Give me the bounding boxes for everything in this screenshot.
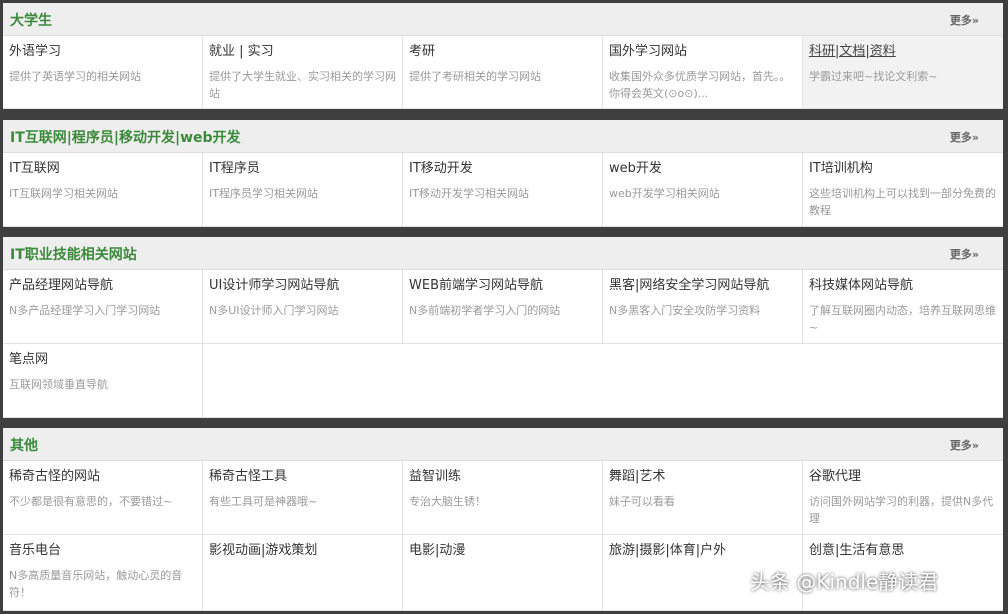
card-title[interactable]: 考研	[409, 43, 596, 61]
link-card-web-dev[interactable]: web开发 web开发学习相关网站	[603, 153, 803, 227]
card-title[interactable]: 稀奇古怪的网站	[9, 468, 196, 486]
section-header: 其他 更多»	[3, 428, 1003, 461]
watermark: 头条 @Kindle静读君	[750, 570, 939, 594]
card-title[interactable]: 就业 | 实习	[209, 43, 396, 61]
section-header: 大学生 更多»	[3, 3, 1003, 36]
card-title[interactable]: IT移动开发	[409, 160, 596, 178]
card-desc: N多产品经理学习入门学习网站	[9, 304, 161, 317]
card-desc: web开发学习相关网站	[609, 187, 720, 200]
card-title[interactable]: 笔点网	[9, 351, 196, 369]
link-card-dance-art[interactable]: 舞蹈|艺术 妹子可以看看	[603, 461, 803, 535]
card-desc: N多高质量音乐网站，触动心灵的音符！	[9, 569, 183, 599]
empty-cell	[203, 344, 1003, 418]
card-desc: 不少都是很有意思的，不要错过~	[9, 495, 173, 508]
link-card-research[interactable]: 科研|文档|资料 学霸过来吧~找论文利索~	[803, 36, 1003, 109]
link-card-employment[interactable]: 就业 | 实习 提供了大学生就业、实习相关的学习网站	[203, 36, 403, 109]
card-title[interactable]: 科技媒体网站导航	[809, 277, 997, 295]
card-desc: 这些培训机构上可以找到一部分免费的教程	[809, 187, 996, 217]
link-card-it-training[interactable]: IT培训机构 这些培训机构上可以找到一部分免费的教程	[803, 153, 1003, 227]
more-link[interactable]: 更多»	[950, 12, 979, 28]
link-card-foreign-sites[interactable]: 国外学习网站 收集国外众多优质学习网站，首先。。你得会英文(⊙o⊙)...	[603, 36, 803, 109]
card-title[interactable]: WEB前端学习网站导航	[409, 277, 596, 295]
card-desc: IT程序员学习相关网站	[209, 187, 318, 200]
card-desc: 提供了英语学习的相关网站	[9, 70, 141, 83]
card-title[interactable]: UI设计师学习网站导航	[209, 277, 396, 295]
card-title[interactable]: 稀奇古怪工具	[209, 468, 396, 486]
card-title[interactable]: 旅游|摄影|体育|户外	[609, 542, 796, 560]
section-title: 其他	[10, 438, 38, 454]
section-college: 大学生 更多» 外语学习 提供了英语学习的相关网站 就业 | 实习 提供了大学生…	[3, 3, 1003, 109]
card-desc: IT移动开发学习相关网站	[409, 187, 529, 200]
section-it-internet: IT互联网|程序员|移动开发|web开发 更多» IT互联网 IT互联网学习相关…	[3, 120, 1003, 227]
section-it-skills: IT职业技能相关网站 更多» 产品经理网站导航 N多产品经理学习入门学习网站 U…	[3, 237, 1003, 418]
link-card-web-frontend[interactable]: WEB前端学习网站导航 N多前端初学者学习入门的网站	[403, 270, 603, 344]
card-title[interactable]: IT培训机构	[809, 160, 997, 178]
link-card-postgrad-exam[interactable]: 考研 提供了考研相关的学习网站	[403, 36, 603, 109]
card-desc: 提供了大学生就业、实习相关的学习网站	[209, 70, 396, 100]
card-title[interactable]: 益智训练	[409, 468, 596, 486]
card-title[interactable]: 音乐电台	[9, 542, 196, 560]
link-card-foreign-language[interactable]: 外语学习 提供了英语学习的相关网站	[3, 36, 203, 109]
card-title[interactable]: 影视动画|游戏策划	[209, 542, 396, 560]
more-link[interactable]: 更多»	[950, 246, 979, 262]
link-card-music-radio[interactable]: 音乐电台 N多高质量音乐网站，触动心灵的音符！	[3, 535, 203, 611]
card-title[interactable]: 产品经理网站导航	[9, 277, 196, 295]
card-desc: 学霸过来吧~找论文利索~	[809, 70, 938, 83]
card-desc: 互联网领域垂直导航	[9, 378, 108, 391]
link-card-tech-media[interactable]: 科技媒体网站导航 了解互联网圈内动态，培养互联网思维~	[803, 270, 1003, 344]
link-card-security[interactable]: 黑客|网络安全学习网站导航 N多黑客入门安全攻防学习资料	[603, 270, 803, 344]
card-title[interactable]: 舞蹈|艺术	[609, 468, 796, 486]
link-card-weird-sites[interactable]: 稀奇古怪的网站 不少都是很有意思的，不要错过~	[3, 461, 203, 535]
link-card-product-manager[interactable]: 产品经理网站导航 N多产品经理学习入门学习网站	[3, 270, 203, 344]
card-desc: 访问国外网站学习的利器，提供N多代理	[809, 495, 994, 525]
link-card-it-internet[interactable]: IT互联网 IT互联网学习相关网站	[3, 153, 203, 227]
card-desc: N多前端初学者学习入门的网站	[409, 304, 561, 317]
card-desc: 专治大脑生锈！	[409, 495, 486, 508]
link-card-brain-training[interactable]: 益智训练 专治大脑生锈！	[403, 461, 603, 535]
card-title[interactable]: 外语学习	[9, 43, 196, 61]
card-title[interactable]: 科研|文档|资料	[809, 43, 997, 61]
link-card-bidian[interactable]: 笔点网 互联网领域垂直导航	[3, 344, 203, 418]
section-header: IT职业技能相关网站 更多»	[3, 237, 1003, 270]
card-title[interactable]: web开发	[609, 160, 796, 178]
link-card-it-programmer[interactable]: IT程序员 IT程序员学习相关网站	[203, 153, 403, 227]
link-card-ui-designer[interactable]: UI设计师学习网站导航 N多UI设计师入门学习网站	[203, 270, 403, 344]
link-card-weird-tools[interactable]: 稀奇古怪工具 有些工具可是神器哦~	[203, 461, 403, 535]
section-header: IT互联网|程序员|移动开发|web开发 更多»	[3, 120, 1003, 153]
card-desc: IT互联网学习相关网站	[9, 187, 118, 200]
card-title[interactable]: 谷歌代理	[809, 468, 997, 486]
card-desc: 有些工具可是神器哦~	[209, 495, 318, 508]
more-link[interactable]: 更多»	[950, 437, 979, 453]
card-desc: 收集国外众多优质学习网站，首先。。你得会英文(⊙o⊙)...	[609, 70, 791, 100]
card-desc: 了解互联网圈内动态，培养互联网思维~	[809, 304, 996, 334]
card-title[interactable]: 黑客|网络安全学习网站导航	[609, 277, 796, 295]
more-link[interactable]: 更多»	[950, 129, 979, 145]
section-title: IT职业技能相关网站	[10, 247, 137, 263]
link-card-film-animation-game[interactable]: 影视动画|游戏策划	[203, 535, 403, 611]
section-title: IT互联网|程序员|移动开发|web开发	[10, 130, 241, 146]
card-desc: 妹子可以看看	[609, 495, 675, 508]
card-desc: 提供了考研相关的学习网站	[409, 70, 541, 83]
card-title[interactable]: 创意|生活有意思	[809, 542, 997, 560]
card-desc: N多UI设计师入门学习网站	[209, 304, 339, 317]
card-title[interactable]: IT程序员	[209, 160, 396, 178]
section-title: 大学生	[10, 13, 52, 29]
link-card-google-proxy[interactable]: 谷歌代理 访问国外网站学习的利器，提供N多代理	[803, 461, 1003, 535]
card-title[interactable]: 电影|动漫	[409, 542, 596, 560]
link-card-movie-anime[interactable]: 电影|动漫	[403, 535, 603, 611]
card-desc: N多黑客入门安全攻防学习资料	[609, 304, 761, 317]
card-title[interactable]: 国外学习网站	[609, 43, 796, 61]
link-card-it-mobile-dev[interactable]: IT移动开发 IT移动开发学习相关网站	[403, 153, 603, 227]
card-title[interactable]: IT互联网	[9, 160, 196, 178]
